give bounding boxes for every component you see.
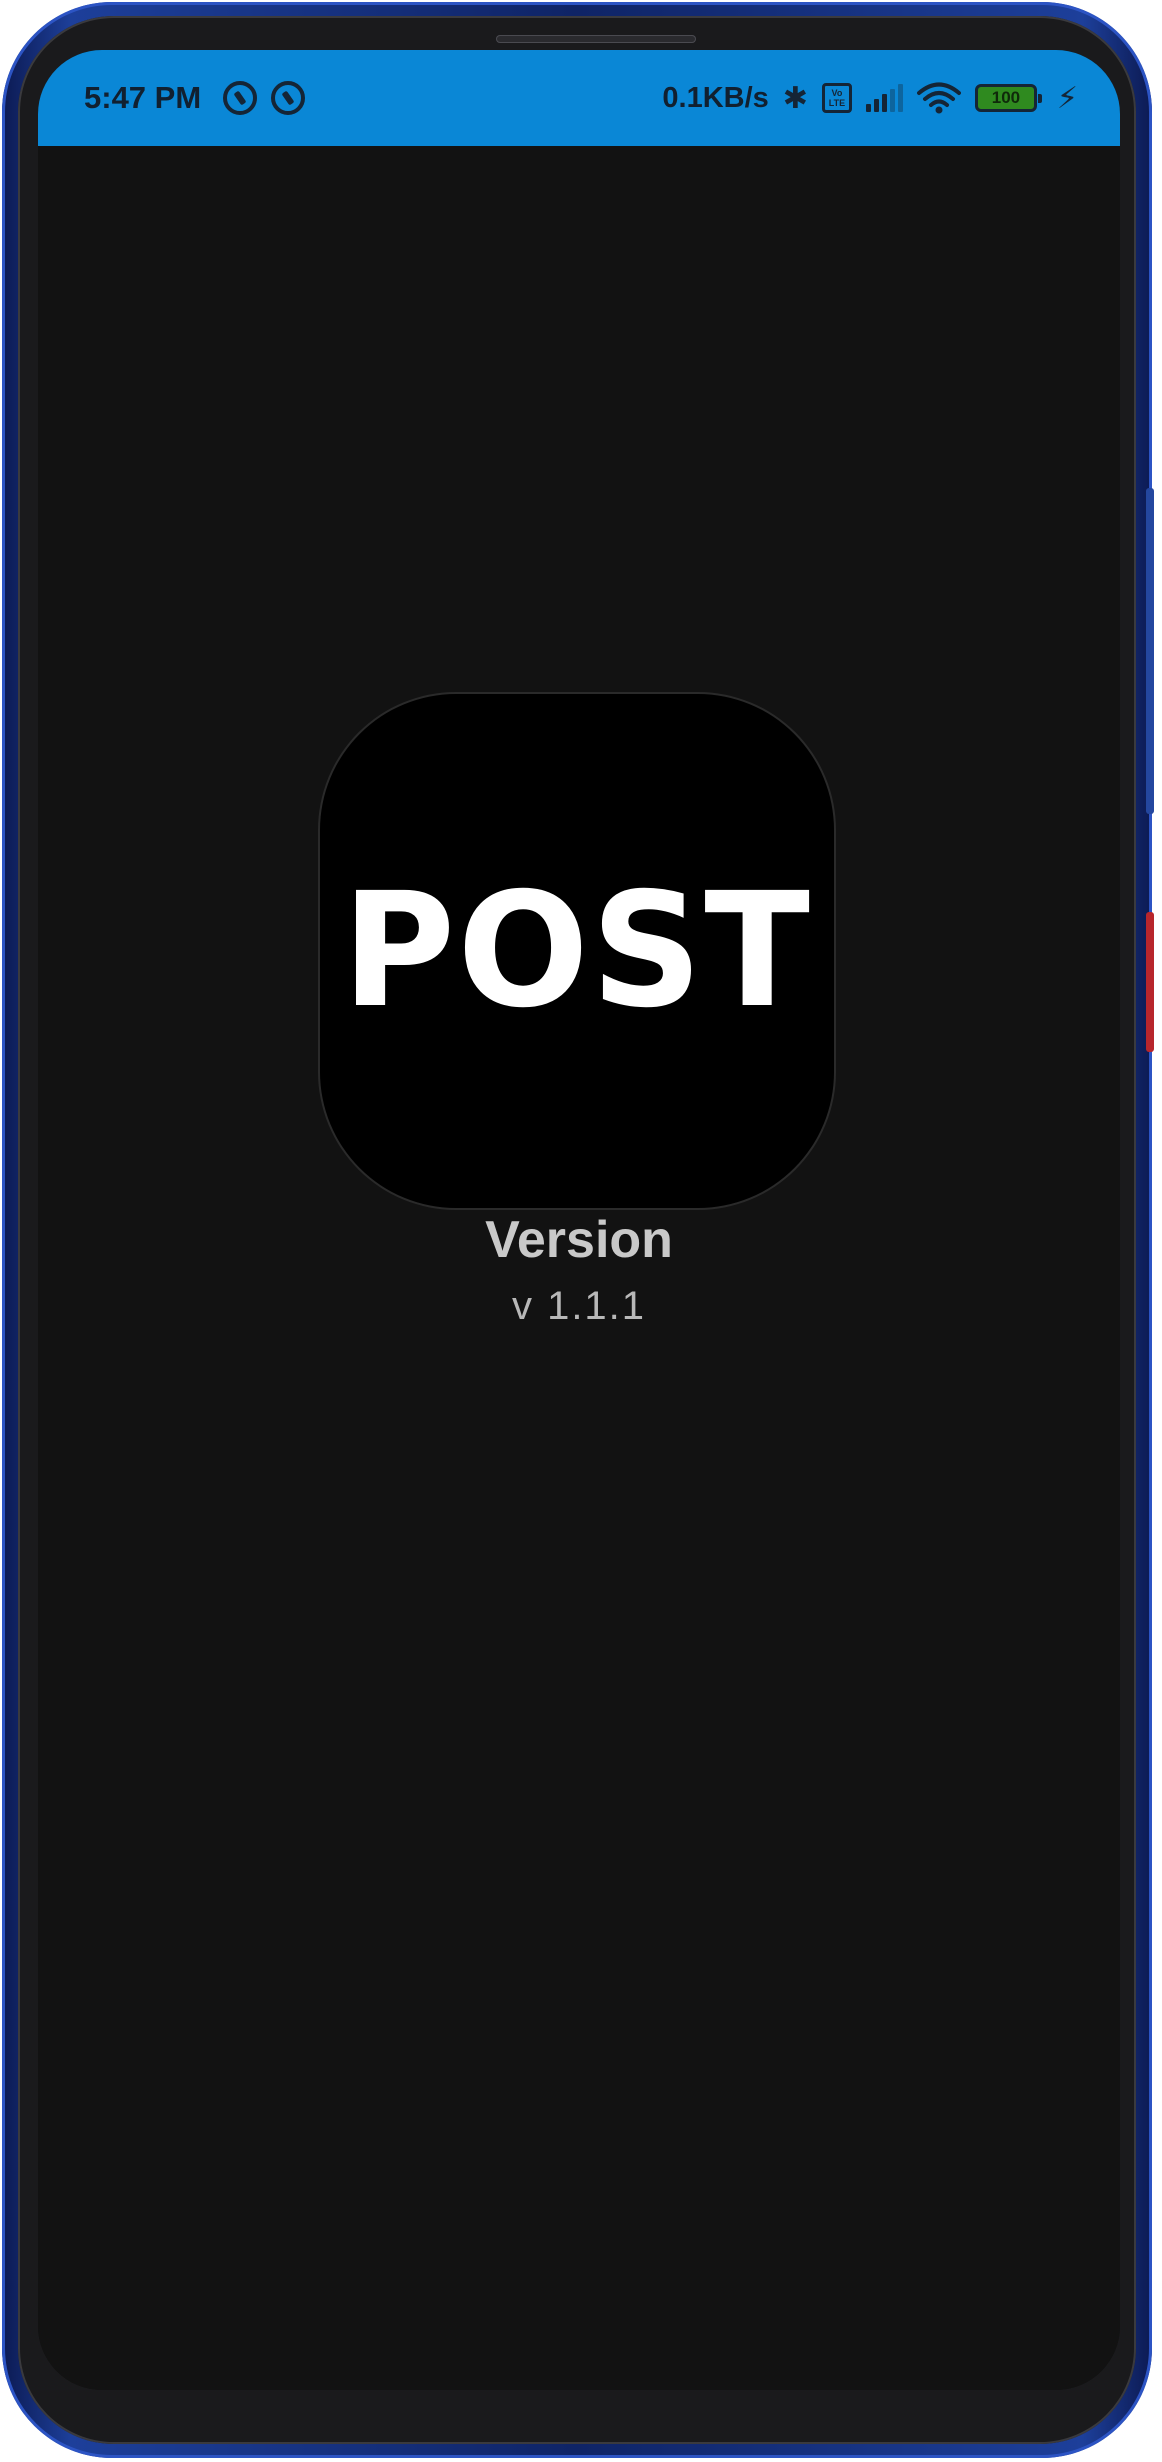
status-bar-left: 5:47 PM	[84, 80, 306, 116]
app-logo-text: POST	[341, 859, 813, 1043]
charging-icon: ⚡	[1056, 81, 1078, 115]
phone-screen: 5:47 PM 0.1KB/s ✱ Vo LTE 100 ⚡ POST Vers…	[38, 50, 1120, 2390]
signal-icon	[865, 84, 903, 112]
wifi-icon	[916, 82, 961, 114]
about-screen: POST Version v 1.1.1	[38, 146, 1120, 2390]
earpiece-speaker	[496, 35, 696, 43]
version-value: v 1.1.1	[511, 1284, 647, 1328]
sync-ring-icon	[223, 81, 258, 115]
bluetooth-icon: ✱	[782, 80, 808, 116]
phone-device: 5:47 PM 0.1KB/s ✱ Vo LTE 100 ⚡ POST Vers…	[0, 0, 1162, 2462]
network-speed: 0.1KB/s	[662, 81, 769, 114]
status-time: 5:47 PM	[84, 80, 202, 115]
sync-ring-icon	[271, 81, 306, 115]
side-key	[1146, 912, 1154, 1052]
status-bar-right: 0.1KB/s ✱ Vo LTE 100 ⚡	[662, 81, 1078, 116]
power-button	[1146, 488, 1154, 814]
app-logo: POST	[320, 694, 834, 1208]
volte-icon: Vo LTE	[821, 83, 852, 113]
status-bar: 5:47 PM 0.1KB/s ✱ Vo LTE 100 ⚡	[38, 50, 1120, 146]
version-title: Version	[485, 1211, 673, 1269]
battery-icon: 100	[974, 84, 1042, 112]
